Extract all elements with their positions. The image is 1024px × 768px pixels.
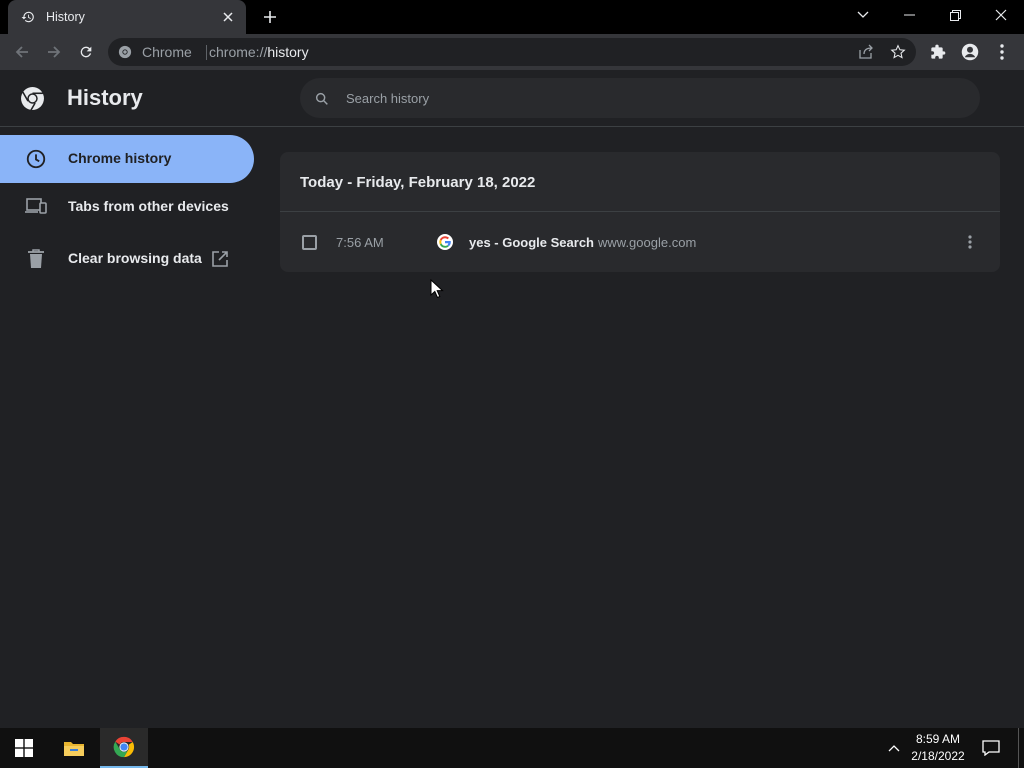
tab-title: History	[46, 10, 85, 24]
back-arrow-icon	[15, 46, 28, 58]
chevron-up-icon[interactable]	[884, 738, 904, 758]
restore-icon	[949, 9, 961, 21]
tab-search-button[interactable]	[840, 0, 886, 30]
action-center-icon[interactable]	[980, 738, 1002, 758]
profile-icon	[961, 43, 979, 61]
close-icon[interactable]	[220, 9, 236, 25]
url-text[interactable]: chrome://history	[209, 44, 309, 60]
tab-history[interactable]: History	[8, 0, 246, 34]
history-entry[interactable]: 7:56 AM yes - Google Search www.google.c…	[280, 212, 1000, 272]
star-icon[interactable]	[888, 42, 908, 62]
sidebar-item-label: Tabs from other devices	[68, 198, 229, 214]
url-host: history	[267, 44, 309, 60]
search-bar[interactable]	[300, 78, 980, 118]
windows-start-icon	[15, 739, 33, 757]
sidebar-item-chrome-history[interactable]: Chrome history	[0, 135, 254, 183]
devices-icon	[24, 195, 48, 219]
sidebar-item-tabs-other-devices[interactable]: Tabs from other devices	[0, 183, 254, 231]
page-header: History	[0, 70, 1024, 127]
share-icon[interactable]	[856, 42, 876, 62]
profile-button[interactable]	[956, 38, 984, 66]
more-vert-icon[interactable]	[960, 232, 980, 252]
minimize-button[interactable]	[886, 0, 932, 30]
plus-icon	[264, 11, 276, 23]
entry-title[interactable]: yes - Google Search	[469, 235, 594, 250]
taskbar-file-explorer[interactable]	[50, 728, 98, 768]
entry-checkbox[interactable]	[302, 235, 317, 250]
taskbar-chrome[interactable]	[100, 728, 148, 768]
new-tab-button[interactable]	[258, 5, 282, 29]
mouse-cursor-icon	[430, 279, 444, 299]
back-button[interactable]	[8, 38, 36, 66]
clock-date: 2/18/2022	[911, 749, 965, 763]
google-g-icon	[437, 234, 453, 250]
sidebar: Chrome history Tabs from other devices C…	[0, 128, 270, 728]
search-input[interactable]	[346, 78, 966, 118]
url-scheme: chrome://	[209, 44, 268, 60]
omnibox[interactable]: Chrome chrome://history	[108, 38, 916, 66]
clock-icon	[24, 147, 48, 171]
chevron-down-icon	[857, 11, 869, 18]
show-desktop-button[interactable]	[1018, 728, 1019, 768]
open-in-new-icon	[212, 251, 228, 267]
chrome-site-icon	[118, 45, 132, 59]
reload-button[interactable]	[72, 38, 100, 66]
close-window-button[interactable]	[978, 0, 1024, 30]
extensions-button[interactable]	[924, 38, 952, 66]
history-icon	[20, 9, 36, 25]
restore-button[interactable]	[932, 0, 978, 30]
trash-icon	[24, 247, 48, 271]
entry-domain: www.google.com	[598, 235, 697, 250]
taskbar-clock[interactable]: 8:59 AM 2/18/2022	[906, 731, 970, 765]
taskbar: 8:59 AM 2/18/2022	[0, 728, 1024, 768]
omnibox-divider	[206, 45, 207, 60]
search-icon	[315, 92, 328, 105]
browser-toolbar: Chrome chrome://history	[0, 34, 1024, 70]
tab-strip: History	[0, 0, 1024, 34]
minimize-icon	[903, 14, 915, 16]
entry-time: 7:56 AM	[336, 235, 384, 250]
folder-icon	[64, 742, 84, 756]
sidebar-item-label: Clear browsing data	[68, 250, 202, 266]
chrome-menu-button[interactable]	[988, 38, 1016, 66]
reload-icon	[80, 46, 92, 58]
close-icon	[995, 9, 1007, 21]
history-card: Today - Friday, February 18, 2022 7:56 A…	[280, 152, 1000, 272]
history-date-header: Today - Friday, February 18, 2022	[300, 174, 536, 191]
chrome-icon	[113, 736, 135, 758]
forward-arrow-icon	[48, 46, 61, 58]
site-chip: Chrome	[142, 44, 192, 60]
page-title: History	[67, 85, 143, 110]
sidebar-item-clear-browsing-data[interactable]: Clear browsing data	[0, 235, 254, 283]
more-vert-icon	[1000, 44, 1004, 60]
sidebar-item-label: Chrome history	[68, 150, 172, 166]
puzzle-icon	[931, 44, 946, 59]
start-button[interactable]	[0, 728, 48, 768]
clock-time: 8:59 AM	[915, 732, 961, 746]
chrome-logo	[21, 87, 44, 111]
forward-button[interactable]	[40, 38, 68, 66]
